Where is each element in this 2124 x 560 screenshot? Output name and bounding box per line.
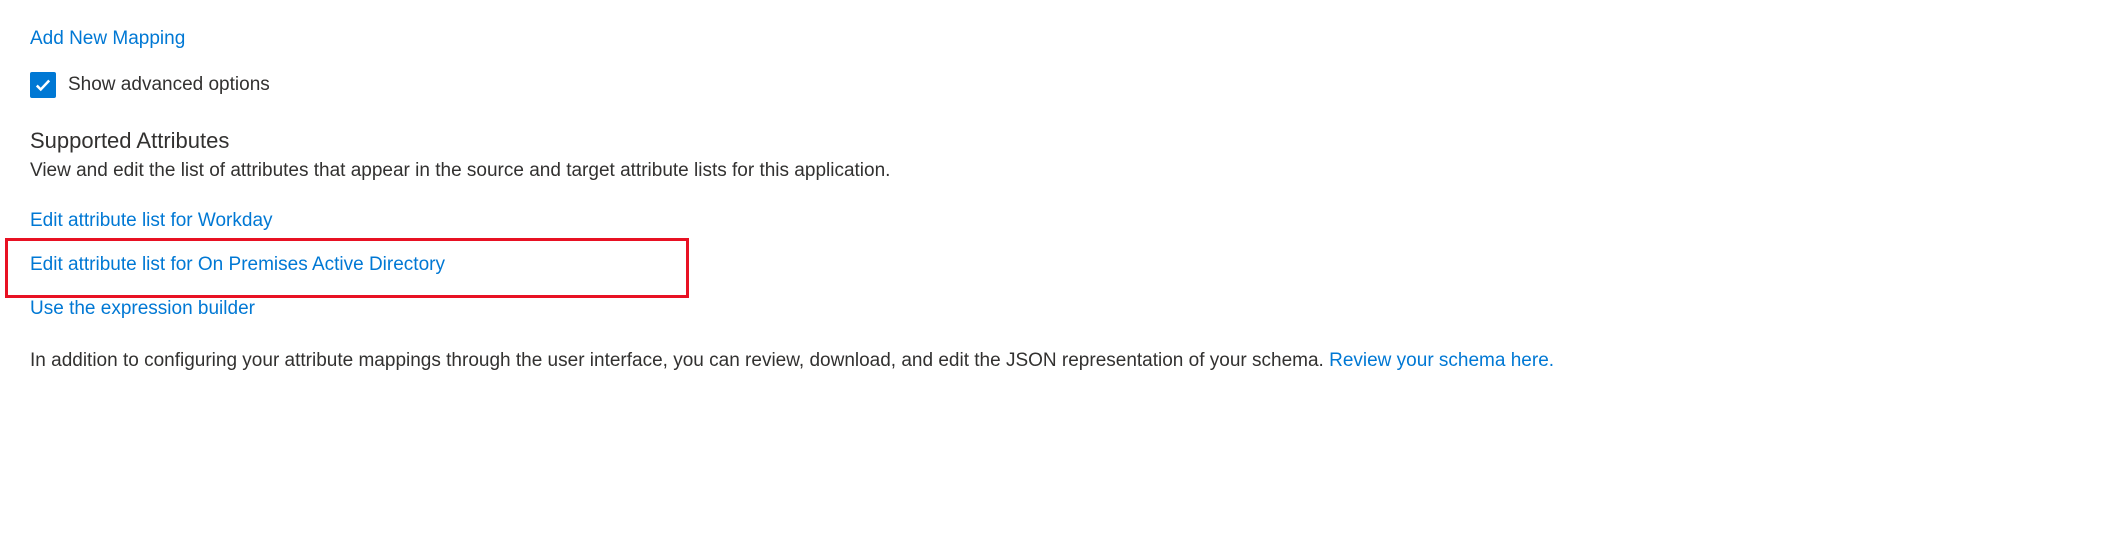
json-schema-paragraph: In addition to configuring your attribut… [30, 348, 2094, 375]
checkmark-icon [34, 76, 52, 94]
show-advanced-checkbox[interactable] [30, 72, 56, 98]
review-schema-link[interactable]: Review your schema here. [1329, 348, 1554, 375]
expression-builder-link[interactable]: Use the expression builder [30, 298, 255, 320]
show-advanced-row: Show advanced options [30, 72, 2094, 98]
supported-attributes-title: Supported Attributes [30, 128, 2094, 154]
supported-attributes-description: View and edit the list of attributes tha… [30, 160, 2094, 182]
edit-onprem-ad-link[interactable]: Edit attribute list for On Premises Acti… [30, 254, 445, 276]
show-advanced-label: Show advanced options [68, 74, 270, 96]
edit-workday-link[interactable]: Edit attribute list for Workday [30, 210, 273, 232]
json-info-text: In addition to configuring your attribut… [30, 350, 1329, 371]
attribute-mapping-panel: Add New Mapping Show advanced options Su… [0, 0, 2124, 375]
add-new-mapping-link[interactable]: Add New Mapping [30, 28, 185, 50]
